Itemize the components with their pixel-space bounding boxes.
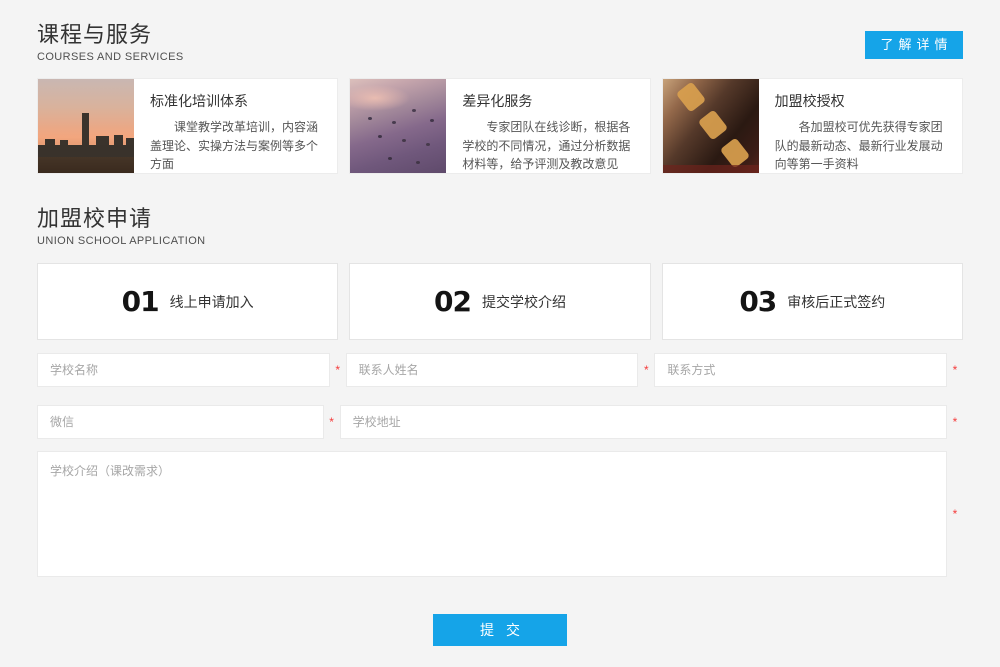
step-label: 审核后正式签约 [787,292,885,312]
required-asterisk: * [947,363,963,377]
step-number: 03 [739,285,776,318]
card-body: 加盟校授权 各加盟校可优先获得专家团队的最新动态、最新行业发展动向等第一手资料 [759,79,962,173]
school-name-input[interactable] [37,353,330,387]
step-submit-intro: 02 提交学校介绍 [349,263,650,340]
card-description: 专家团队在线诊断，根据各学校的不同情况，通过分析数据材料等，给予评测及教改意见 [462,118,636,174]
contact-name-input[interactable] [346,353,639,387]
required-asterisk: * [638,363,654,377]
step-sign-contract: 03 审核后正式签约 [662,263,963,340]
card-description: 各加盟校可优先获得专家团队的最新动态、最新行业发展动向等第一手资料 [775,118,949,174]
film-strip-image [663,79,759,173]
required-asterisk: * [947,415,963,429]
card-description: 课堂教学改革培训，内容涵盖理论、实操方法与案例等多个方面 [150,118,324,174]
card-title: 差异化服务 [462,91,636,111]
submit-button[interactable]: 提交 [433,614,567,646]
card-differentiated-service: 差异化服务 专家团队在线诊断，根据各学校的不同情况，通过分析数据材料等，给予评测… [349,78,650,174]
application-heading: 加盟校申请 UNION SCHOOL APPLICATION [37,205,206,247]
courses-section-header: 课程与服务 COURSES AND SERVICES 了解详情 [37,0,963,63]
form-row-2: * * [37,405,963,439]
card-body: 标准化培训体系 课堂教学改革培训，内容涵盖理论、实操方法与案例等多个方面 [134,79,337,173]
card-title: 加盟校授权 [775,91,949,111]
card-standard-training: 标准化培训体系 课堂教学改革培训，内容涵盖理论、实操方法与案例等多个方面 [37,78,338,174]
step-number: 02 [434,285,471,318]
page: 课程与服务 COURSES AND SERVICES 了解详情 标准化培训体系 … [0,0,1000,667]
field-school-intro: * [37,451,963,577]
step-label: 线上申请加入 [170,292,254,312]
field-contact-method: * [654,353,963,387]
field-school-name: * [37,353,346,387]
city-skyline-image [38,79,134,173]
application-steps: 01 线上申请加入 02 提交学校介绍 03 审核后正式签约 [37,263,963,340]
application-section-header: 加盟校申请 UNION SCHOOL APPLICATION [37,174,963,247]
learn-more-button[interactable]: 了解详情 [865,31,963,59]
required-asterisk: * [947,507,963,521]
desert-dusk-image [350,79,446,173]
courses-heading: 课程与服务 COURSES AND SERVICES [37,21,184,63]
courses-subtitle: COURSES AND SERVICES [37,51,184,63]
field-school-address: * [340,405,963,439]
wechat-input[interactable] [37,405,324,439]
step-label: 提交学校介绍 [482,292,566,312]
required-asterisk: * [324,415,340,429]
required-asterisk: * [330,363,346,377]
application-title: 加盟校申请 [37,205,206,233]
form-row-3: * [37,451,963,577]
application-subtitle: UNION SCHOOL APPLICATION [37,235,206,247]
school-address-input[interactable] [340,405,947,439]
school-intro-textarea[interactable] [37,451,947,577]
service-cards: 标准化培训体系 课堂教学改革培训，内容涵盖理论、实操方法与案例等多个方面 差异化… [37,78,963,174]
step-number: 01 [122,285,159,318]
contact-method-input[interactable] [654,353,947,387]
field-wechat: * [37,405,340,439]
step-apply-online: 01 线上申请加入 [37,263,338,340]
form-row-1: * * * [37,353,963,387]
submit-row: 提交 [37,614,963,646]
field-contact-name: * [346,353,655,387]
courses-title: 课程与服务 [37,21,184,49]
card-franchise-authorization: 加盟校授权 各加盟校可优先获得专家团队的最新动态、最新行业发展动向等第一手资料 [662,78,963,174]
card-title: 标准化培训体系 [150,91,324,111]
card-body: 差异化服务 专家团队在线诊断，根据各学校的不同情况，通过分析数据材料等，给予评测… [446,79,649,173]
